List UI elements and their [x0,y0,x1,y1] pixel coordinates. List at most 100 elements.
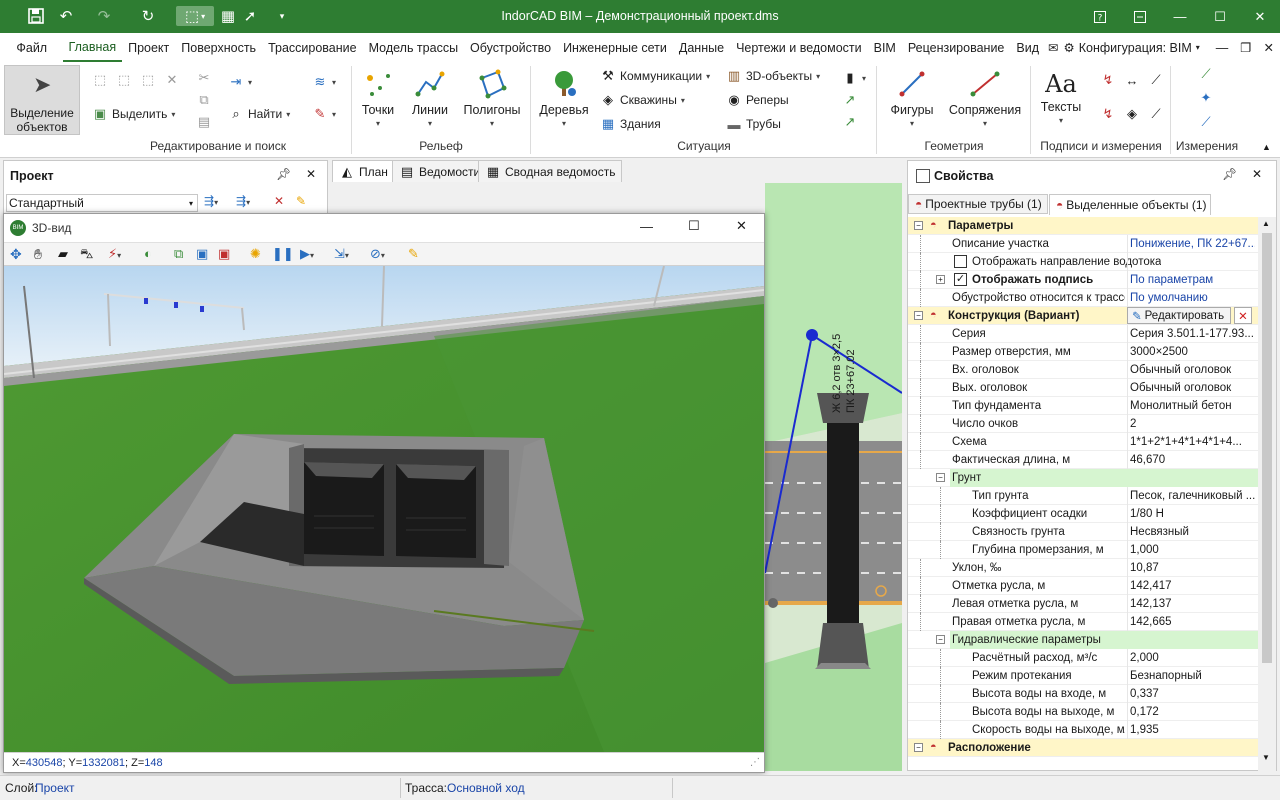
scroll-thumb[interactable] [1262,233,1272,663]
plan-view[interactable]: Ж 6,2 отв 3×2,5 ПК 23+67.02 [765,183,902,771]
property-row[interactable]: − ◓ Конструкция (Вариант) ✎ Редактировать ✕ [908,307,1258,325]
situation-tool-2[interactable]: ↗ [842,92,858,108]
3d-maximize-icon[interactable]: ☐ [688,218,700,234]
config-gear-icon[interactable]: ⚙ [1062,33,1077,62]
menu-project[interactable]: Проект [122,33,175,62]
property-value[interactable]: 1,935 [1127,721,1255,739]
texts-button[interactable]: Aa Тексты ▾ [1036,68,1086,128]
collapse-toggle-icon[interactable]: − [914,221,923,230]
menu-data[interactable]: Данные [673,33,730,62]
scroll-down-icon[interactable]: ▼ [1262,753,1270,762]
property-row[interactable]: Размер отверстия, мм 3000×2500 [908,343,1258,361]
property-value[interactable]: Несвязный [1127,523,1255,541]
property-row[interactable]: Расчётный расход, м³/с 2,000 [908,649,1258,667]
tab-statements[interactable]: ▤ Ведомости [392,160,488,182]
property-row[interactable]: Левая отметка русла, м 142,137 [908,595,1258,613]
menu-review[interactable]: Рецензирование [902,33,1011,62]
style-select[interactable]: Стандартный ▾ [6,194,198,212]
tree-tool-4[interactable]: ✎ [296,194,306,208]
mail-icon[interactable]: ✉ [1045,33,1061,62]
maximize-icon[interactable]: ☐ [1200,0,1240,33]
measure-tool-4[interactable]: ↯ [1100,106,1116,122]
property-value[interactable]: Песок, галечниковый ... [1127,487,1255,505]
property-value[interactable]: 1/80 Н [1127,505,1255,523]
menu-arrangement[interactable]: Обустройство [464,33,557,62]
communications-button[interactable]: ⚒ Коммуникации ▾ [600,68,710,84]
property-value[interactable]: По умолчанию [1127,289,1255,307]
collapse-toggle-icon[interactable]: − [936,473,945,482]
property-value[interactable]: 0,337 [1127,685,1255,703]
measure-tool-1[interactable]: ↯ [1100,72,1116,88]
property-row[interactable]: Серия Серия 3.501.1-177.93... [908,325,1258,343]
property-value[interactable]: Обычный оголовок [1127,361,1255,379]
properties-pin-icon[interactable]: 📌︎ [1222,167,1237,181]
property-row[interactable]: − Грунт [908,469,1258,487]
paste-tool[interactable]: ▤ [196,114,212,130]
resize-grip-icon[interactable]: ⋰ [750,757,760,768]
situation-tool-1[interactable]: ▮ ▾ [842,70,866,86]
delete-variant-icon[interactable]: ✕ [1234,307,1252,324]
layer-icon-3[interactable]: ▣ [218,246,230,262]
cut-tool[interactable]: ✂ [196,70,212,86]
situation-tool-3[interactable]: ↗ [842,114,858,130]
collapse-toggle-icon[interactable]: − [914,311,923,320]
property-scrollbar[interactable]: ▲ ▼ [1258,217,1276,771]
property-row[interactable]: Описание участка Понижение, ПК 22+67... [908,235,1258,253]
measure-tool-7[interactable]: ⟋ [1198,66,1214,82]
move-tool[interactable]: ⇥ ▾ [228,74,252,90]
menu-bim[interactable]: BIM [868,33,902,62]
trees-button[interactable]: Деревья ▾ [538,68,590,131]
pan-icon[interactable]: ✥ [10,246,22,263]
checkbox[interactable] [954,255,967,268]
menu-home[interactable]: Главная [62,33,123,62]
property-row[interactable]: Фактическая длина, м 46,670 [908,451,1258,469]
flash-icon[interactable]: ⚡︎▾ [108,246,121,262]
property-row[interactable]: Коэффициент осадки 1/80 Н [908,505,1258,523]
property-row[interactable]: Связность грунта Несвязный [908,523,1258,541]
car-icon[interactable]: ⛍ [80,246,93,264]
measure-tool-8[interactable]: ✦ [1198,90,1214,106]
ribbon-restore-icon[interactable]: ❐ [1234,33,1257,62]
tab-summary[interactable]: ▦ Сводная ведомость [478,160,623,182]
menu-view[interactable]: Вид [1010,33,1045,62]
ribbon-minimize-icon[interactable]: — [1210,33,1235,62]
property-value[interactable]: 46,670 [1127,451,1255,469]
property-value[interactable]: 142,137 [1127,595,1255,613]
menu-surface[interactable]: Поверхность [175,33,262,62]
export-icon[interactable]: ⇲▾ [334,246,349,262]
close-icon[interactable]: ✕ [1240,0,1280,33]
select-button[interactable]: ▣ Выделить ▾ [92,106,176,122]
tab-plan[interactable]: ◭ План [332,160,395,182]
lines-button[interactable]: Линии ▾ [406,68,454,131]
pipes-button[interactable]: ▬ Трубы [726,116,781,132]
menu-drawings[interactable]: Чертежи и ведомости [730,33,868,62]
compass-icon[interactable]: ⊘▾ [370,246,385,262]
property-row[interactable]: Режим протекания Безнапорный [908,667,1258,685]
property-row[interactable]: Правая отметка русла, м 142,665 [908,613,1258,631]
property-value[interactable]: 1*1+2*1+4*1+4*1+4... [1127,433,1255,451]
pause-icon[interactable]: ❚❚ [272,246,294,262]
config-dropdown-icon[interactable]: ▾ [1194,33,1210,62]
measure-tool-6[interactable]: ⟋ [1148,106,1164,122]
tree-tool-1[interactable]: ⇶▾ [204,194,218,208]
3d-scene[interactable] [4,266,764,752]
delete-tool[interactable]: ✕ [164,72,180,88]
property-value[interactable]: Монолитный бетон [1127,397,1255,415]
hand-icon[interactable]: ✋︎ [34,246,42,263]
record-icon[interactable]: ▶▾ [300,246,314,262]
property-row[interactable]: − ◓ Параметры [908,217,1258,235]
menu-file[interactable]: Файл [10,33,53,62]
collapse-toggle-icon[interactable]: − [936,635,945,644]
3d-close-icon[interactable]: ✕ [736,218,747,234]
property-value[interactable]: Обычный оголовок [1127,379,1255,397]
measure-tool-9[interactable]: ⟋ [1198,114,1214,130]
property-value[interactable]: 142,417 [1127,577,1255,595]
property-value[interactable]: 2 [1127,415,1255,433]
property-value[interactable]: 3000×2500 [1127,343,1255,361]
camera-icon[interactable]: ▰ [58,246,68,262]
property-row[interactable]: Тип грунта Песок, галечниковый ... [908,487,1258,505]
copy-tool[interactable]: ⧉ [196,92,212,108]
property-row[interactable]: Число очков 2 [908,415,1258,433]
property-value[interactable]: 10,87 [1127,559,1255,577]
property-row[interactable]: Вх. оголовок Обычный оголовок [908,361,1258,379]
